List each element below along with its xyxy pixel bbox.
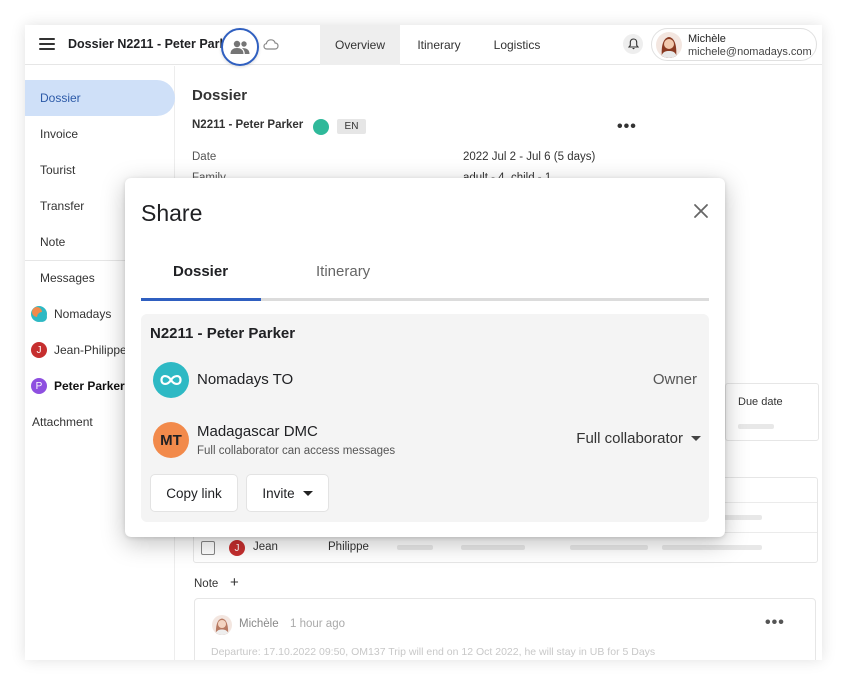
note-card: Michèle 1 hour ago ••• Departure: 17.10.… <box>194 598 816 660</box>
user-menu[interactable]: Michèle michele@nomadays.com <box>651 28 817 61</box>
role-dropdown[interactable]: Full collaborator <box>576 430 701 447</box>
page-title: Dossier <box>192 87 248 104</box>
cloud-icon <box>263 39 279 50</box>
sidebar-message-label: Jean-Philippe <box>54 343 127 357</box>
skeleton-bar <box>570 545 648 550</box>
share-party-row: Nomadays TO Owner <box>153 362 701 398</box>
user-email: michele@nomadays.com <box>688 46 812 58</box>
avatar: J <box>229 540 245 556</box>
avatar: P <box>31 378 47 394</box>
share-tab-itinerary[interactable]: Itinerary <box>316 263 370 280</box>
skeleton-bar <box>397 545 433 550</box>
sidebar-message-label: Peter Parker <box>54 379 125 393</box>
user-name: Michèle <box>688 33 726 45</box>
bell-icon <box>627 38 639 50</box>
status-indicator <box>313 119 329 135</box>
row-checkbox[interactable] <box>201 541 215 555</box>
invite-label: Invite <box>262 485 295 501</box>
caret-down-icon <box>302 490 313 496</box>
sidebar-item-attachment[interactable]: Attachment <box>32 415 93 429</box>
skeleton-bar <box>461 545 525 550</box>
avatar <box>656 32 682 58</box>
sidebar-item-invoice[interactable]: Invoice <box>25 116 175 152</box>
share-party-row: MT Madagascar DMC Full collaborator can … <box>153 422 701 458</box>
caret-down-icon <box>691 436 701 441</box>
role-dropdown-value: Full collaborator <box>576 430 683 447</box>
dialog-title: Share <box>141 200 203 226</box>
tab-overview[interactable]: Overview <box>320 25 400 65</box>
sidebar-message-label: Nomadays <box>54 307 112 321</box>
dossier-title: Dossier N2211 - Peter Parker <box>68 37 239 51</box>
panel-title: N2211 - Peter Parker <box>150 325 296 342</box>
date-value: 2022 Jul 2 - Jul 6 (5 days) <box>463 151 596 163</box>
sidebar-message-peter-parker[interactable]: P Peter Parker <box>31 374 125 398</box>
share-people-button[interactable] <box>221 28 259 66</box>
sidebar-message-nomadays[interactable]: Nomadays <box>31 302 111 326</box>
party-role: Owner <box>652 371 697 388</box>
copy-link-button[interactable]: Copy link <box>150 474 238 512</box>
menu-icon[interactable] <box>39 38 55 50</box>
active-tab-indicator <box>141 298 261 301</box>
share-dialog: Share Dossier Itinerary N2211 - Peter Pa… <box>125 178 725 537</box>
skeleton-bar <box>724 515 762 520</box>
note-section-title: Note <box>194 578 219 590</box>
nomadays-logo-icon <box>153 362 189 398</box>
dossier-code: N2211 - Peter Parker <box>192 119 304 131</box>
sidebar-item-dossier[interactable]: Dossier <box>25 80 175 116</box>
share-tab-dossier[interactable]: Dossier <box>173 263 228 280</box>
people-icon <box>230 40 250 54</box>
party-name: Nomadays TO <box>197 371 294 388</box>
nomadays-avatar-icon <box>31 306 47 322</box>
note-more-icon[interactable]: ••• <box>765 614 785 632</box>
tourist-last-name: Philippe <box>328 541 369 553</box>
tab-logistics[interactable]: Logistics <box>483 25 551 65</box>
sidebar-message-jean-philippe[interactable]: J Jean-Philippe <box>31 338 127 362</box>
date-label: Date <box>192 151 217 163</box>
tab-itinerary[interactable]: Itinerary <box>405 25 473 65</box>
top-bar: Dossier N2211 - Peter Parker Overview It… <box>25 25 822 66</box>
due-date-header: Due date <box>738 396 783 408</box>
party-description: Full collaborator can access messages <box>197 445 396 457</box>
more-options-icon[interactable]: ••• <box>617 118 637 136</box>
invite-button[interactable]: Invite <box>246 474 329 512</box>
note-text: Departure: 17.10.2022 09:50, OM137 Trip … <box>211 646 656 658</box>
note-time: 1 hour ago <box>290 618 345 630</box>
note-author: Michèle <box>239 618 279 630</box>
avatar <box>212 615 232 635</box>
notifications-button[interactable] <box>623 34 643 54</box>
skeleton-bar <box>662 545 762 550</box>
avatar: J <box>31 342 47 358</box>
avatar: MT <box>153 422 189 458</box>
tourist-first-name: Jean <box>253 541 278 553</box>
language-badge: EN <box>337 119 366 134</box>
close-icon[interactable] <box>692 202 710 220</box>
add-note-button[interactable]: + <box>230 574 239 591</box>
share-panel: N2211 - Peter Parker Nomadays TO Owner M… <box>141 314 709 522</box>
party-name: Madagascar DMC <box>197 423 318 440</box>
skeleton-bar <box>738 424 774 429</box>
invoice-summary-card: Due date <box>725 383 819 441</box>
